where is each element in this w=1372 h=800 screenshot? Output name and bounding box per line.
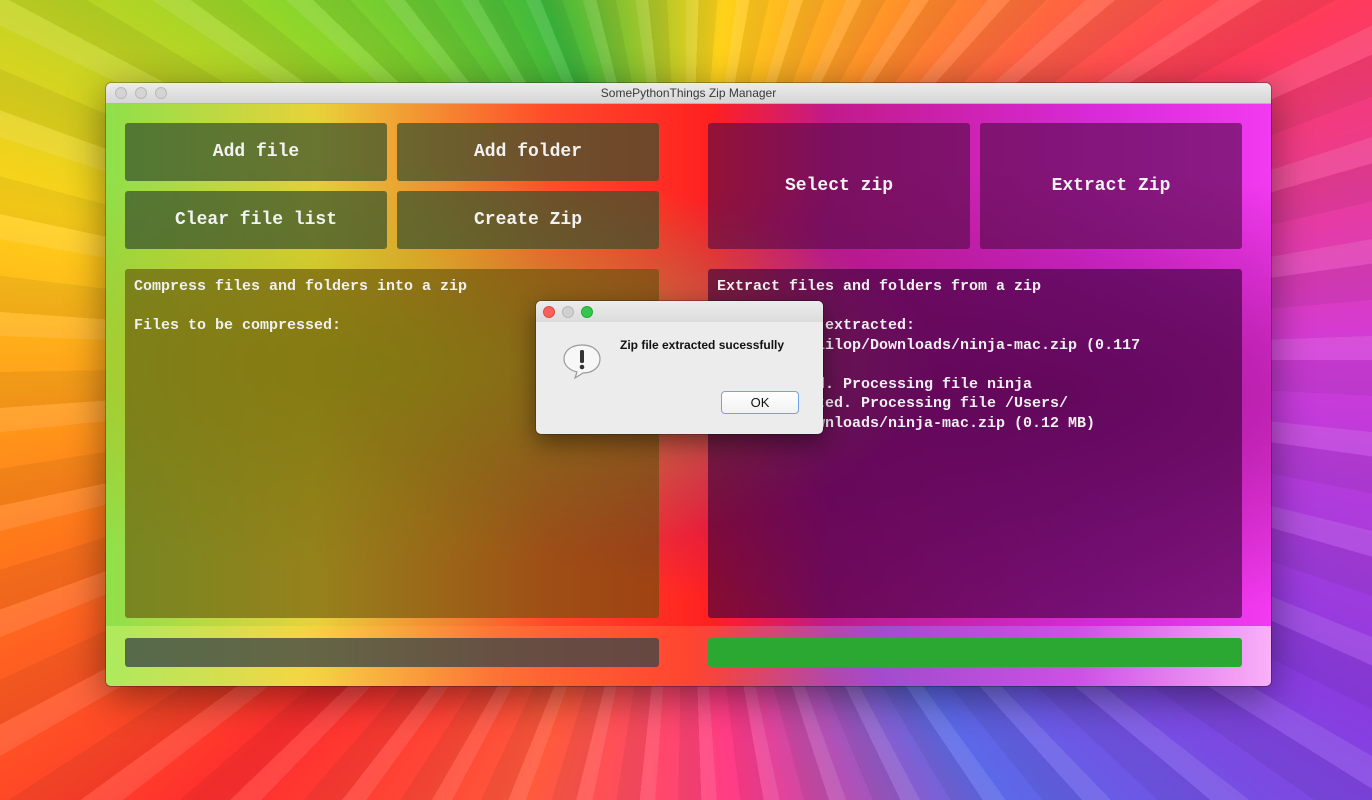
create-zip-button[interactable]: Create Zip	[397, 191, 659, 249]
window-titlebar[interactable]: SomePythonThings Zip Manager	[106, 83, 1271, 104]
dialog-message: Zip file extracted sucessfully	[620, 338, 785, 352]
add-folder-button[interactable]: Add folder	[397, 123, 659, 181]
dialog-titlebar[interactable]	[536, 301, 823, 322]
alert-icon	[563, 344, 601, 379]
extract-progress-fill	[708, 638, 1242, 667]
ok-button[interactable]: OK	[721, 391, 799, 414]
dialog-close-button[interactable]	[543, 306, 555, 318]
extract-zip-button[interactable]: Extract Zip	[980, 123, 1242, 249]
extract-progress-bar	[708, 638, 1242, 667]
select-zip-button[interactable]: Select zip	[708, 123, 970, 249]
add-file-button[interactable]: Add file	[125, 123, 387, 181]
compress-progress-bar	[125, 638, 659, 667]
clear-file-list-button[interactable]: Clear file list	[125, 191, 387, 249]
window-title: SomePythonThings Zip Manager	[600, 86, 777, 100]
dialog-zoom-button[interactable]	[581, 306, 593, 318]
alert-dialog: Zip file extracted sucessfully OK	[536, 301, 823, 434]
dialog-minimize-button	[562, 306, 574, 318]
dialog-window-controls	[543, 306, 593, 318]
